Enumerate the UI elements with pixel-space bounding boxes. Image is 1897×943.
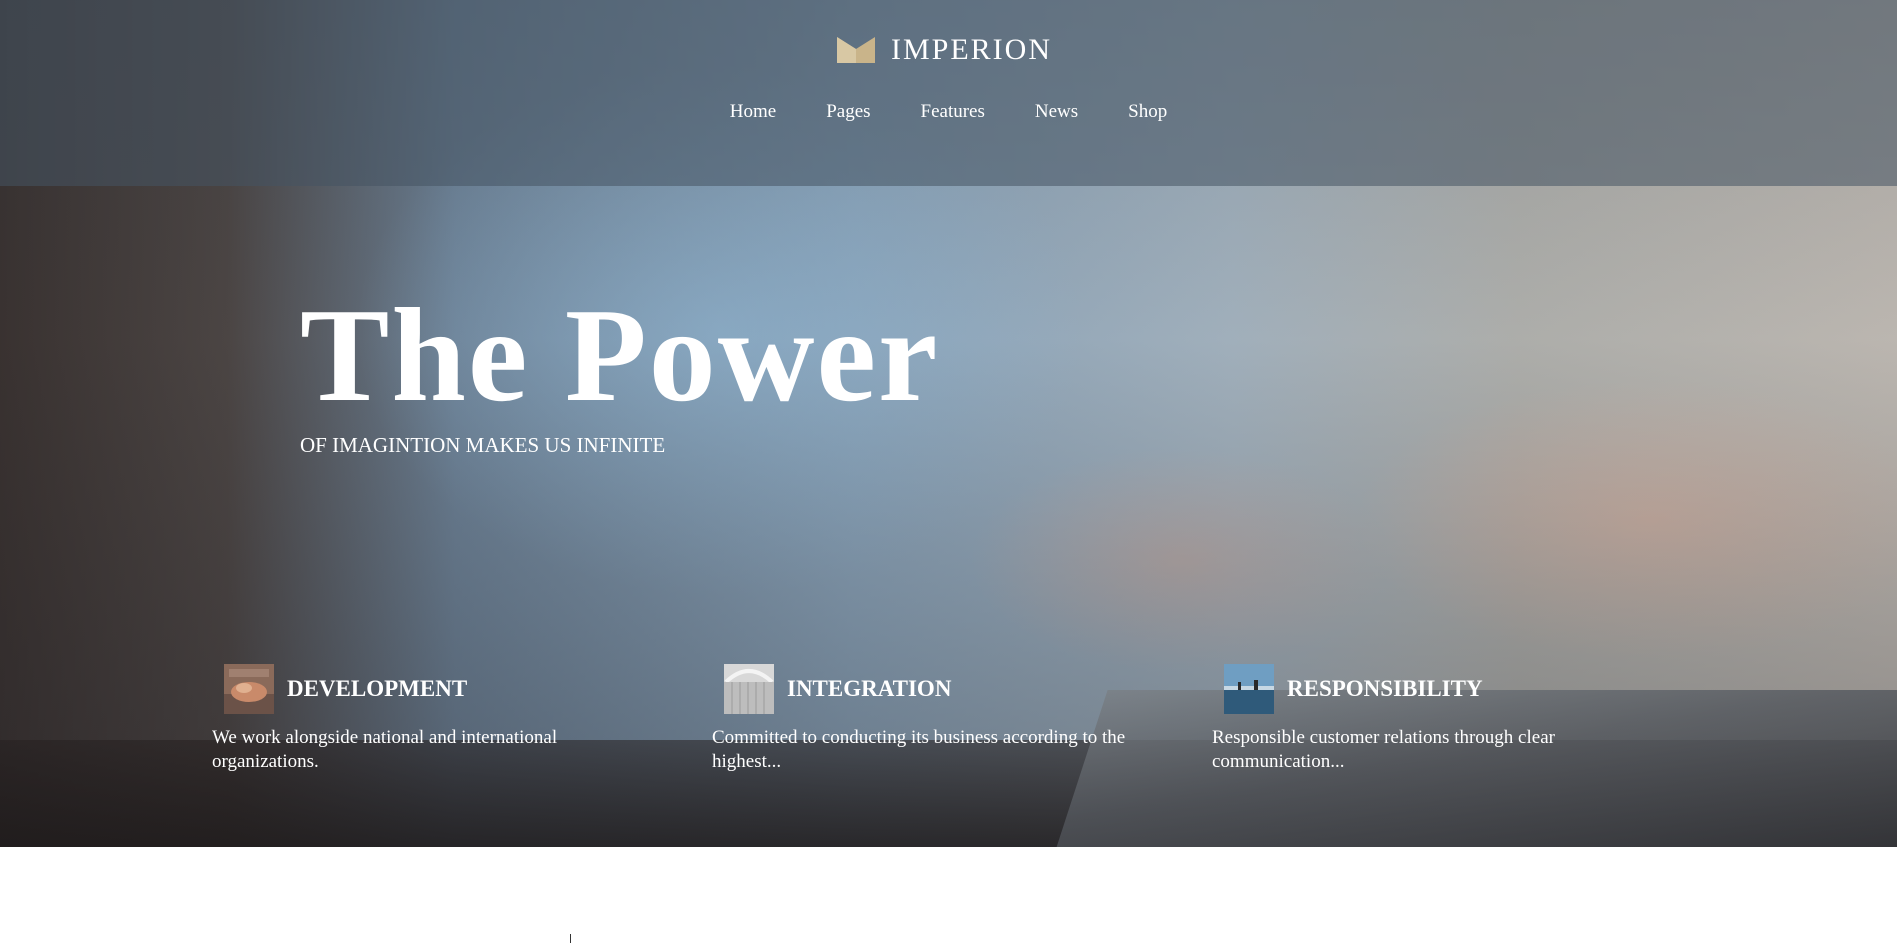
- feature-title[interactable]: DEVELOPMENT: [287, 676, 467, 702]
- nav-item-shop[interactable]: Shop: [1128, 98, 1167, 126]
- hero-subheadline: OF IMAGINTION MAKES US INFINITE: [300, 433, 666, 457]
- crown-logo-icon: [837, 37, 875, 63]
- feature-description: We work alongside national and internati…: [212, 727, 558, 772]
- nav-item-home[interactable]: Home: [730, 98, 776, 126]
- nav-item-features[interactable]: Features: [921, 98, 985, 126]
- development-thumbnail: [224, 664, 274, 714]
- nav-item-news[interactable]: News: [1035, 98, 1078, 126]
- feature-title[interactable]: RESPONSIBILITY: [1287, 676, 1483, 702]
- feature-description: Committed to conducting its business acc…: [712, 727, 1126, 772]
- hero-headline: The Power: [300, 281, 940, 429]
- feature-title[interactable]: INTEGRATION: [787, 676, 951, 702]
- integration-thumbnail: [724, 664, 774, 714]
- feature-description: Responsible customer relations through c…: [1212, 727, 1555, 772]
- responsibility-thumbnail: [1224, 664, 1274, 714]
- text-cursor: [570, 934, 571, 943]
- nav-item-pages[interactable]: Pages: [826, 98, 870, 126]
- main-navigation: Home Pages Features News Shop: [0, 98, 1897, 126]
- brand-name: IMPERION: [891, 33, 1053, 66]
- site-logo[interactable]: IMPERION: [837, 33, 1053, 66]
- site-header: IMPERION Home Pages Features News Shop: [0, 0, 1897, 186]
- hero-section: IMPERION Home Pages Features News Shop T…: [0, 0, 1897, 847]
